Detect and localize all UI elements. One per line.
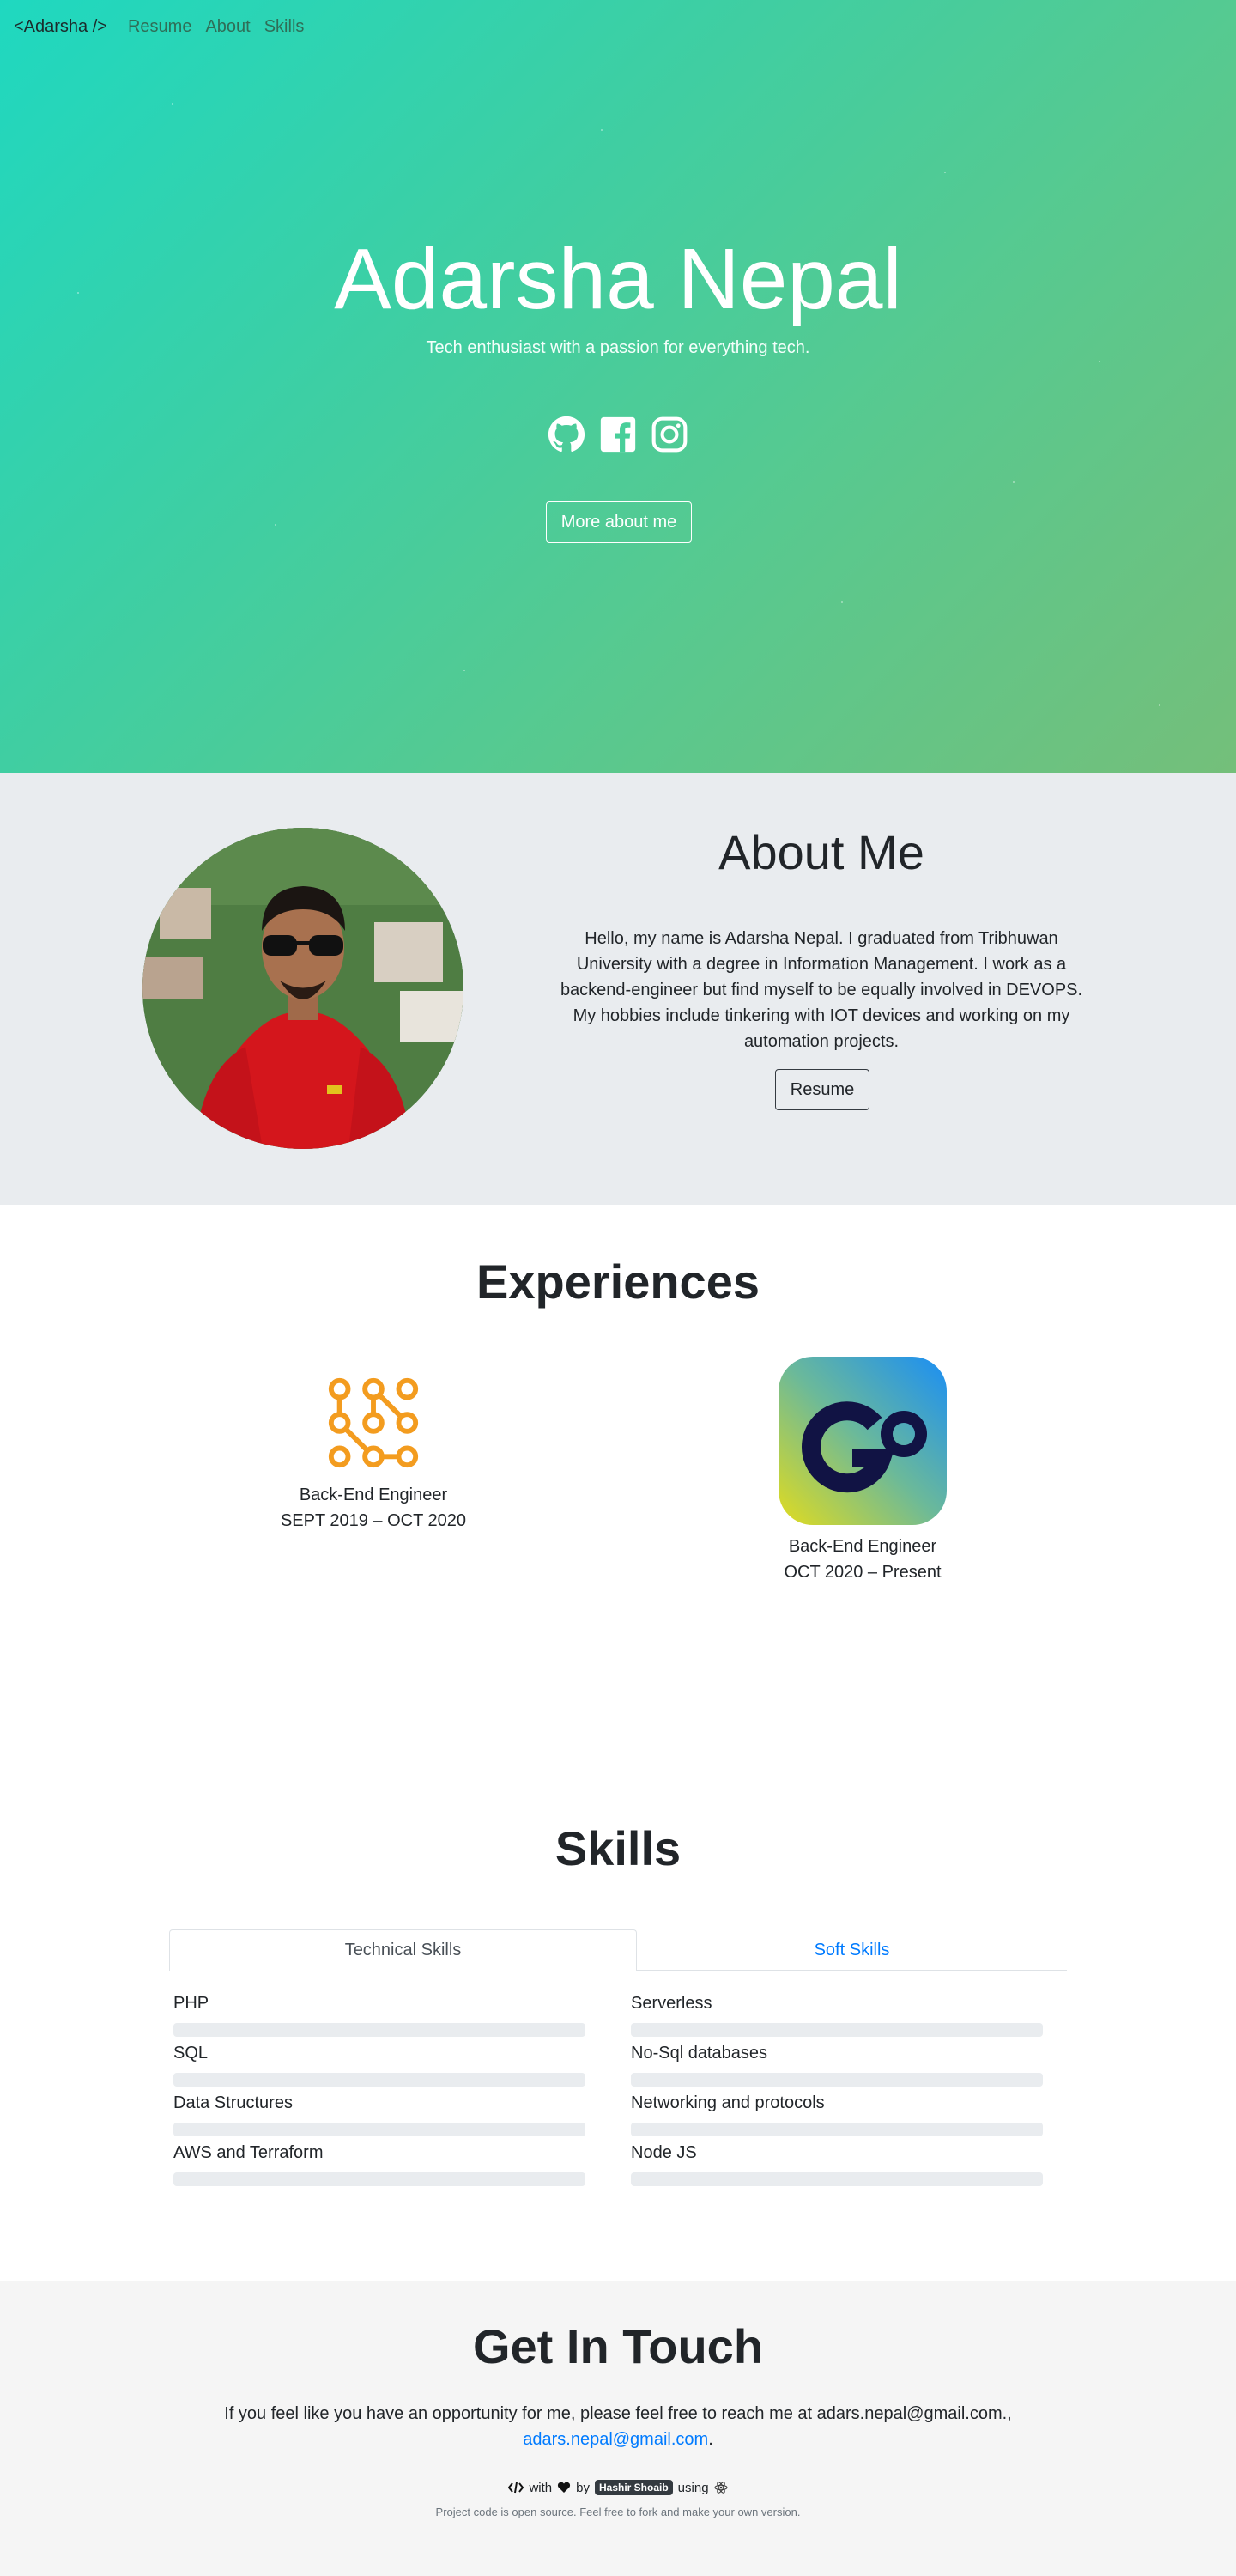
star-decor [172, 103, 173, 105]
star-decor [944, 172, 946, 173]
star-decor [601, 129, 603, 131]
skill-item: Node JS [631, 2140, 1043, 2186]
nav-link-resume[interactable]: Resume [128, 17, 191, 37]
skill-name: Networking and protocols [631, 2093, 825, 2112]
star-decor [275, 524, 276, 526]
brand-logo[interactable]: <Adarsha /> [14, 17, 107, 37]
star-decor [1013, 481, 1015, 483]
star-decor [841, 601, 843, 603]
skill-name: SQL [173, 2044, 209, 2063]
resume-button[interactable]: Resume [775, 1069, 869, 1110]
experience-card: Back-End Engineer OCT 2020 – Present [700, 1357, 1026, 1585]
about-section: About Me Hello, my name is Adarsha Nepal… [0, 773, 1236, 1205]
hero-subtitle: Tech enthusiast with a passion for every… [426, 338, 810, 357]
star-decor [464, 670, 465, 671]
skill-name: No-Sql databases [631, 2044, 767, 2063]
footer-using: using [677, 2480, 709, 2495]
footer-with: with [529, 2480, 553, 2495]
skill-name: Serverless [631, 1994, 712, 2013]
skill-progress-bar [631, 2172, 1043, 2186]
nav-link-about[interactable]: About [205, 17, 250, 37]
react-icon [714, 2482, 728, 2494]
skill-progress-bar [631, 2123, 1043, 2136]
about-title: About Me [718, 825, 924, 879]
instagram-icon[interactable] [651, 416, 688, 453]
more-about-me-button[interactable]: More about me [546, 501, 692, 543]
skill-progress-bar [173, 2123, 585, 2136]
skill-item: Data Structures [173, 2090, 585, 2136]
github-icon[interactable] [548, 416, 585, 453]
facebook-icon[interactable] [599, 416, 637, 453]
code-icon [508, 2482, 524, 2494]
experience-role: Back-End Engineer [788, 1537, 937, 1556]
star-decor [1099, 361, 1100, 362]
social-links [0, 416, 1236, 453]
experience-period: SEPT 2019 – OCT 2020 [280, 1511, 467, 1530]
about-description: Hello, my name is Adarsha Nepal. I gradu… [560, 929, 1083, 1051]
contact-period: . [708, 2430, 713, 2449]
star-decor [1159, 704, 1160, 706]
experience-period: OCT 2020 – Present [784, 1563, 942, 1582]
profile-photo [142, 828, 464, 1149]
footer-note: Project code is open source. Feel free t… [435, 2506, 801, 2518]
skill-item: SQL [173, 2040, 585, 2087]
circuit-logo-icon [328, 1377, 419, 1468]
experience-card: Back-End Engineer SEPT 2019 – OCT 2020 [210, 1372, 536, 1534]
tab-soft-skills[interactable]: Soft Skills [637, 1929, 1067, 1971]
footer-credit: with by Hashir Shoaib using [0, 2480, 1236, 2495]
skill-item: No-Sql databases [631, 2040, 1043, 2087]
contact-text: If you feel like you have an opportunity… [0, 2401, 1236, 2452]
experience-role: Back-End Engineer [299, 1485, 448, 1504]
go-app-logo-icon [779, 1357, 947, 1525]
contact-message: If you feel like you have an opportunity… [224, 2404, 1012, 2423]
email-link[interactable]: adars.nepal@gmail.com [523, 2430, 708, 2449]
skill-name: Node JS [631, 2143, 697, 2162]
contact-section: Get In Touch If you feel like you have a… [0, 2281, 1236, 2576]
skill-progress-bar [173, 2023, 585, 2037]
hero-title: Adarsha Nepal [334, 231, 902, 327]
hero-section: Adarsha Nepal Tech enthusiast with a pas… [0, 0, 1236, 773]
skill-progress-bar [631, 2073, 1043, 2087]
skill-item: Serverless [631, 1990, 1043, 2037]
skills-tabs: Technical Skills Soft Skills [169, 1929, 1067, 1971]
nav-link-skills[interactable]: Skills [264, 17, 305, 37]
author-badge[interactable]: Hashir Shoaib [594, 2480, 673, 2495]
skill-name: Data Structures [173, 2093, 293, 2112]
skill-item: Networking and protocols [631, 2090, 1043, 2136]
heart-icon [558, 2482, 571, 2493]
skill-item: PHP [173, 1990, 585, 2037]
experiences-title: Experiences [476, 1255, 760, 1309]
skill-name: PHP [173, 1994, 209, 2013]
skill-item: AWS and Terraform [173, 2140, 585, 2186]
top-navbar: <Adarsha /> Resume About Skills [0, 0, 1236, 53]
skill-progress-bar [631, 2023, 1043, 2037]
skill-progress-bar [173, 2073, 585, 2087]
skill-progress-bar [173, 2172, 585, 2186]
contact-title: Get In Touch [472, 2319, 764, 2373]
skills-title: Skills [554, 1821, 682, 1875]
footer-by: by [576, 2480, 590, 2495]
skill-name: AWS and Terraform [173, 2143, 324, 2162]
tab-technical-skills[interactable]: Technical Skills [169, 1929, 637, 1971]
